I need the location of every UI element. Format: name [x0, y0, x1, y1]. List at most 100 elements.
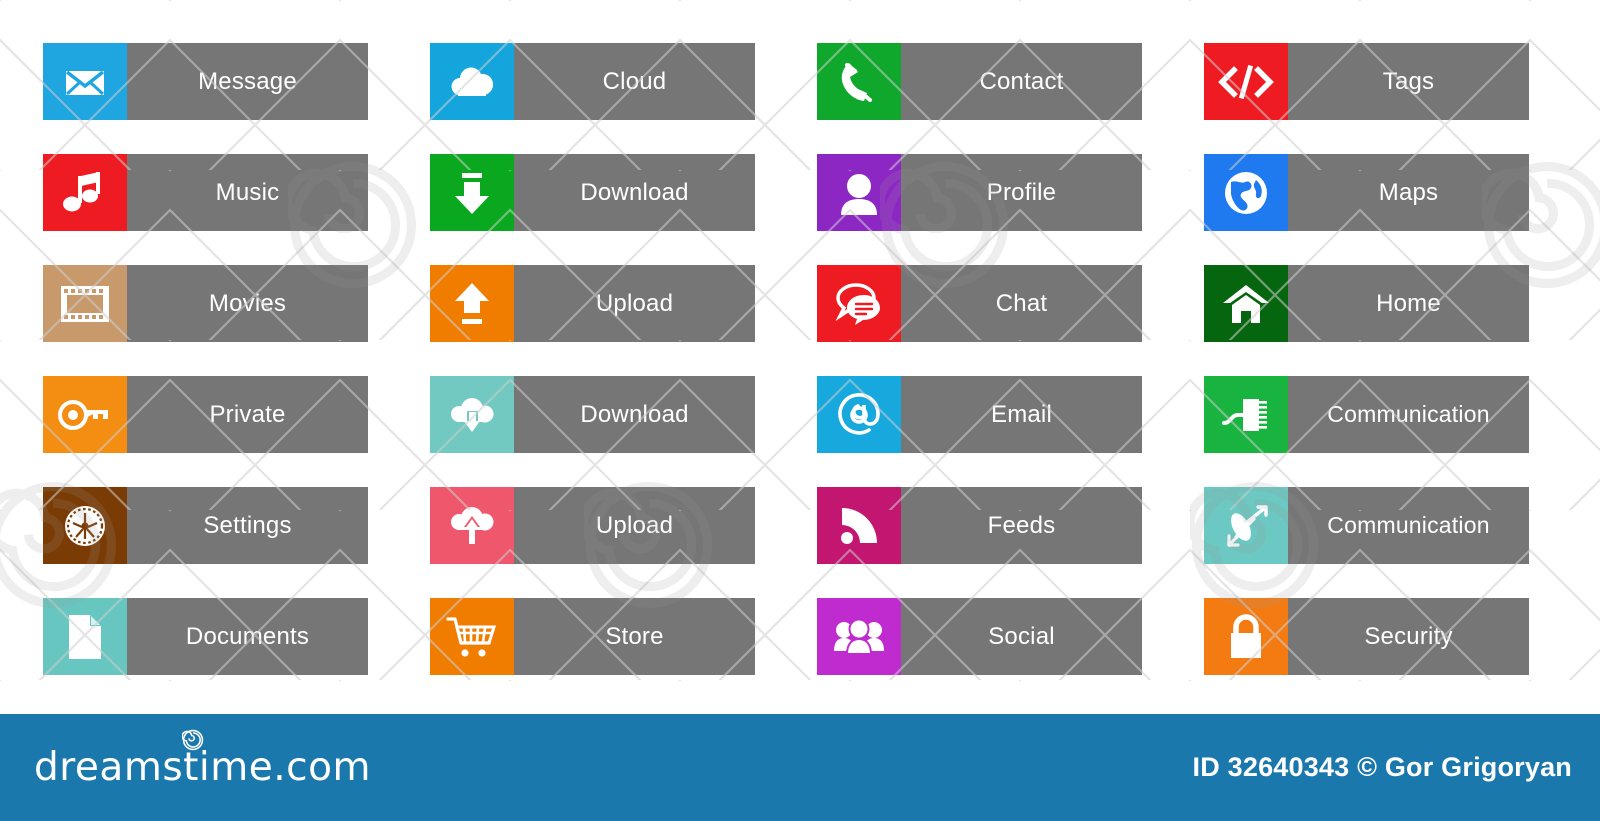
tile-label-box: Social	[901, 598, 1142, 675]
tile-label: Maps	[1378, 178, 1439, 206]
tile-chat[interactable]: Chat	[817, 265, 1142, 342]
tile-label: Chat	[995, 289, 1048, 317]
tile-label: Contact	[979, 67, 1064, 95]
film-strip-icon	[61, 285, 109, 322]
shopping-cart-icon	[446, 616, 497, 657]
tile-label-box: Feeds	[901, 487, 1142, 564]
document-page-icon	[69, 614, 101, 659]
tile-icon-swatch	[43, 376, 127, 453]
tile-icon-swatch	[1204, 43, 1288, 120]
tile-private[interactable]: Private	[43, 376, 368, 453]
tile-label: Cloud	[602, 67, 667, 95]
tile-store[interactable]: Store	[430, 598, 755, 675]
tile-cloud-upload[interactable]: Upload	[430, 487, 755, 564]
group-people-icon	[834, 618, 884, 655]
tile-label: Profile	[986, 178, 1057, 206]
tile-label-box: Tags	[1288, 43, 1529, 120]
tile-cloud[interactable]: Cloud	[430, 43, 755, 120]
tile-label-box: Security	[1288, 598, 1529, 675]
tile-icon-swatch	[817, 265, 901, 342]
cloud-upload-icon	[451, 506, 494, 544]
tile-icon-swatch	[430, 487, 514, 564]
tile-home[interactable]: Home	[1204, 265, 1529, 342]
tile-label: Private	[209, 400, 286, 428]
tile-label-box: Email	[901, 376, 1142, 453]
tile-label-box: Movies	[127, 265, 368, 342]
tile-icon-swatch	[1204, 265, 1288, 342]
tile-label-box: Home	[1288, 265, 1529, 342]
tile-icon-swatch	[43, 43, 127, 120]
spiral-logo-icon	[182, 729, 204, 751]
tile-icon-swatch	[1204, 487, 1288, 564]
tile-icon-swatch	[1204, 598, 1288, 675]
download-arrow-icon	[455, 172, 489, 214]
tile-label-box: Communication	[1288, 487, 1529, 564]
image-credit: ID 32640343 © Gor Grigoryan	[1192, 752, 1572, 782]
tile-tags[interactable]: Tags	[1204, 43, 1529, 120]
envelope-icon	[65, 70, 105, 95]
tile-label: Feeds	[987, 511, 1056, 539]
code-tag-icon	[1218, 64, 1274, 99]
tile-label-box: Maps	[1288, 154, 1529, 231]
tile-contact[interactable]: Contact	[817, 43, 1142, 120]
tile-icon-swatch	[43, 265, 127, 342]
tile-movies[interactable]: Movies	[43, 265, 368, 342]
tile-download[interactable]: Download	[430, 154, 755, 231]
tile-security[interactable]: Security	[1204, 598, 1529, 675]
tile-communication-circuit[interactable]: Communication	[1204, 376, 1529, 453]
tile-documents[interactable]: Documents	[43, 598, 368, 675]
tile-icon-swatch	[430, 265, 514, 342]
icon-set-canvas: Message Cloud Contact Tags Music Downloa…	[0, 0, 1600, 821]
tile-label-box: Upload	[514, 265, 755, 342]
icon-tile-grid: Message Cloud Contact Tags Music Downloa…	[43, 43, 1529, 675]
tile-label-box: Message	[127, 43, 368, 120]
tile-label: Music	[215, 178, 280, 206]
tile-label: Settings	[203, 511, 292, 539]
rss-feed-icon	[841, 507, 877, 544]
cloud-download-icon	[451, 397, 494, 432]
tile-icon-swatch	[43, 154, 127, 231]
tile-cloud-download[interactable]: Download	[430, 376, 755, 453]
tile-icon-swatch	[430, 43, 514, 120]
tile-label-box: Music	[127, 154, 368, 231]
tile-label-box: Documents	[127, 598, 368, 675]
tile-communication-satellite[interactable]: Communication	[1204, 487, 1529, 564]
tile-label: Security	[1364, 622, 1453, 650]
tile-profile[interactable]: Profile	[817, 154, 1142, 231]
tile-social[interactable]: Social	[817, 598, 1142, 675]
tile-label: Email	[990, 400, 1052, 428]
tile-label-box: Cloud	[514, 43, 755, 120]
tile-label-box: Download	[514, 376, 755, 453]
tile-music[interactable]: Music	[43, 154, 368, 231]
tile-label-box: Settings	[127, 487, 368, 564]
satellite-dish-icon	[1227, 504, 1268, 547]
tile-message[interactable]: Message	[43, 43, 368, 120]
tile-label-box: Chat	[901, 265, 1142, 342]
gear-icon	[65, 505, 105, 546]
tile-icon-swatch	[817, 43, 901, 120]
tile-icon-swatch	[430, 154, 514, 231]
tile-label: Download	[580, 178, 689, 206]
tile-maps[interactable]: Maps	[1204, 154, 1529, 231]
tile-icon-swatch	[43, 487, 127, 564]
tile-settings[interactable]: Settings	[43, 487, 368, 564]
at-sign-icon	[838, 392, 880, 435]
tile-email[interactable]: Email	[817, 376, 1142, 453]
tile-label-box: Store	[514, 598, 755, 675]
tile-label: Upload	[595, 289, 674, 317]
tile-label: Tags	[1382, 67, 1435, 95]
tile-icon-swatch	[817, 487, 901, 564]
circuit-chip-icon	[1222, 398, 1267, 431]
tile-icon-swatch	[1204, 154, 1288, 231]
music-note-icon	[63, 171, 100, 211]
tile-label: Communication	[1327, 512, 1490, 538]
tile-label-box: Communication	[1288, 376, 1529, 453]
tile-icon-swatch	[817, 154, 901, 231]
tile-upload[interactable]: Upload	[430, 265, 755, 342]
dreamstime-logo[interactable]: dreamstime.com	[34, 729, 371, 787]
tile-feeds[interactable]: Feeds	[817, 487, 1142, 564]
tile-icon-swatch	[817, 376, 901, 453]
tile-icon-swatch	[430, 376, 514, 453]
padlock-icon	[1231, 613, 1261, 658]
tile-icon-swatch	[43, 598, 127, 675]
